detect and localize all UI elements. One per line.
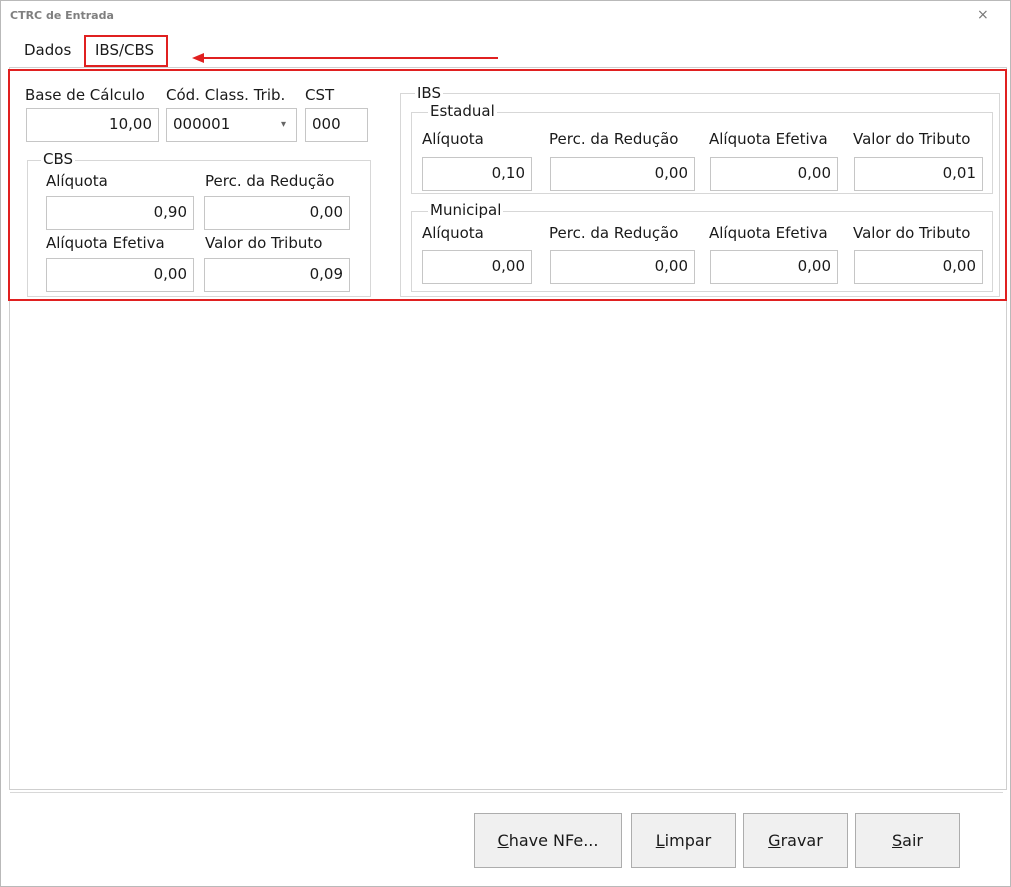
chave-nfe-mnemonic: C	[497, 831, 509, 850]
gravar-label: ravar	[780, 831, 823, 850]
window-title: CTRC de Entrada	[10, 9, 114, 22]
annotation-highlight-box	[8, 69, 1007, 301]
annotation-arrow	[192, 53, 498, 63]
close-icon[interactable]: ×	[977, 7, 989, 23]
gravar-button[interactable]: Gravar	[743, 813, 848, 868]
limpar-label: impar	[664, 831, 712, 850]
tab-dados[interactable]: Dados	[24, 41, 71, 59]
limpar-mnemonic: L	[655, 831, 665, 850]
sair-label: air	[902, 831, 923, 850]
sair-button[interactable]: Sair	[855, 813, 960, 868]
sair-mnemonic: S	[892, 831, 903, 850]
footer-separator	[10, 792, 1003, 793]
chave-nfe-button[interactable]: Chave NFe...	[474, 813, 622, 868]
gravar-mnemonic: G	[768, 831, 781, 850]
limpar-button[interactable]: Limpar	[631, 813, 736, 868]
chave-nfe-label: have NFe...	[508, 831, 599, 850]
tab-ibs-cbs[interactable]: IBS/CBS	[84, 35, 168, 67]
